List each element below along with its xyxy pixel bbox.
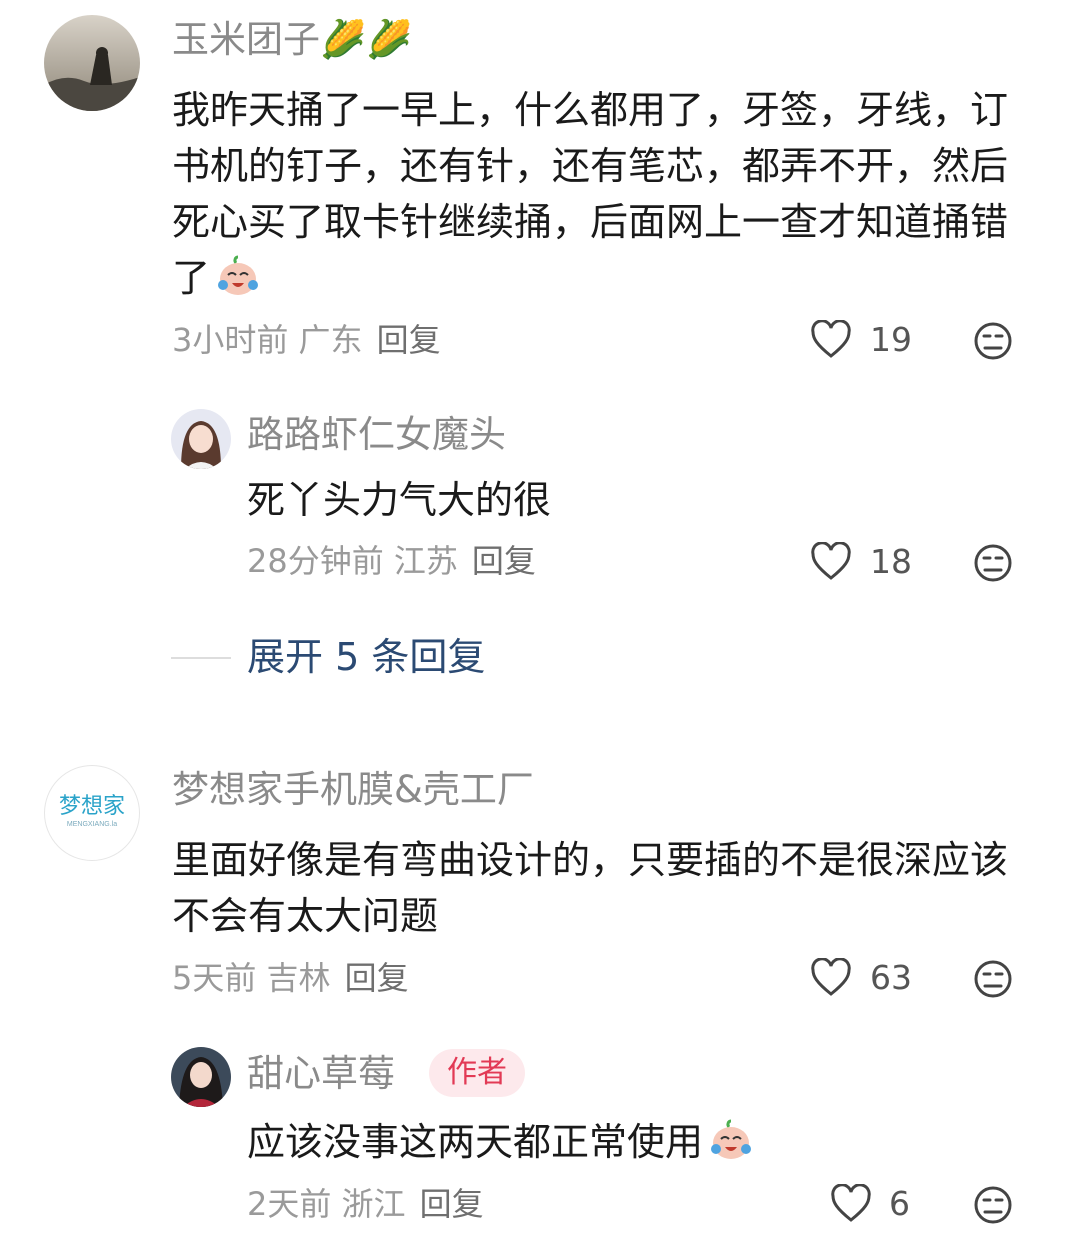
like-count: 19 xyxy=(870,320,912,359)
cry-laugh-emoji xyxy=(707,1115,755,1163)
expand-divider xyxy=(171,657,231,659)
corn-emoji: 🌽🌽 xyxy=(320,18,413,61)
reply-meta: 2天前 浙江 回复 xyxy=(247,1185,484,1223)
avatar[interactable] xyxy=(44,15,140,111)
avatar-silhouette-image xyxy=(44,15,140,111)
avatar-girl-image xyxy=(171,409,231,469)
avatar[interactable] xyxy=(171,409,231,469)
heart-icon[interactable] xyxy=(830,1184,872,1224)
like-button[interactable] xyxy=(810,320,852,360)
reply-meta: 28分钟前 江苏 回复 xyxy=(247,542,536,580)
like-count: 18 xyxy=(870,542,912,581)
avatar-girl-image xyxy=(171,1047,231,1107)
comment-text: 里面好像是有弯曲设计的，只要插的不是很深应该不会有太大问题 xyxy=(172,838,1009,938)
meh-face-icon[interactable] xyxy=(973,959,1013,999)
like-button[interactable] xyxy=(810,542,852,582)
heart-icon[interactable] xyxy=(810,958,852,998)
meh-face-icon[interactable] xyxy=(973,543,1013,583)
reply-button[interactable]: 回复 xyxy=(377,321,441,359)
meh-face-icon[interactable] xyxy=(973,321,1013,361)
like-button[interactable] xyxy=(830,1184,872,1224)
expand-replies-button[interactable]: 展开 5 条回复 xyxy=(247,634,485,680)
avatar-logo-text: 梦想家 xyxy=(58,793,125,818)
meh-face-icon[interactable] xyxy=(973,1185,1013,1225)
comment-meta: 3小时前 广东 回复 xyxy=(172,321,441,359)
comment-meta: 5天前 吉林 回复 xyxy=(172,959,409,997)
dislike-button[interactable] xyxy=(973,1185,1013,1225)
heart-icon[interactable] xyxy=(810,320,852,360)
avatar-logo-subtext: MENGXIANG.la xyxy=(66,821,118,828)
comment-username[interactable]: 梦想家手机膜&壳工厂 xyxy=(172,768,534,812)
reply-username[interactable]: 路路虾仁女魔头 xyxy=(247,413,506,457)
reply-text: 应该没事这两天都正常使用 xyxy=(247,1114,755,1170)
reply-username[interactable]: 甜心草莓 xyxy=(247,1052,395,1096)
comment-username[interactable]: 玉米团子🌽🌽 xyxy=(172,18,412,62)
avatar[interactable]: 梦想家 MENGXIANG.la xyxy=(44,765,140,861)
reply-button[interactable]: 回复 xyxy=(472,542,536,580)
cry-laugh-emoji xyxy=(214,251,262,299)
reply-text: 死丫头力气大的很 xyxy=(247,478,552,522)
comment-text: 我昨天捅了一早上，什么都用了，牙签，牙线，订书机的钉子，还有针，还有笔芯，都弄不… xyxy=(172,88,1009,300)
author-badge: 作者 xyxy=(429,1049,525,1097)
like-count: 6 xyxy=(889,1184,910,1223)
dislike-button[interactable] xyxy=(973,959,1013,999)
like-count: 63 xyxy=(870,958,912,997)
dislike-button[interactable] xyxy=(973,321,1013,361)
reply-button[interactable]: 回复 xyxy=(420,1185,484,1223)
avatar[interactable] xyxy=(171,1047,231,1107)
reply-button[interactable]: 回复 xyxy=(345,959,409,997)
heart-icon[interactable] xyxy=(810,542,852,582)
dislike-button[interactable] xyxy=(973,543,1013,583)
like-button[interactable] xyxy=(810,958,852,998)
